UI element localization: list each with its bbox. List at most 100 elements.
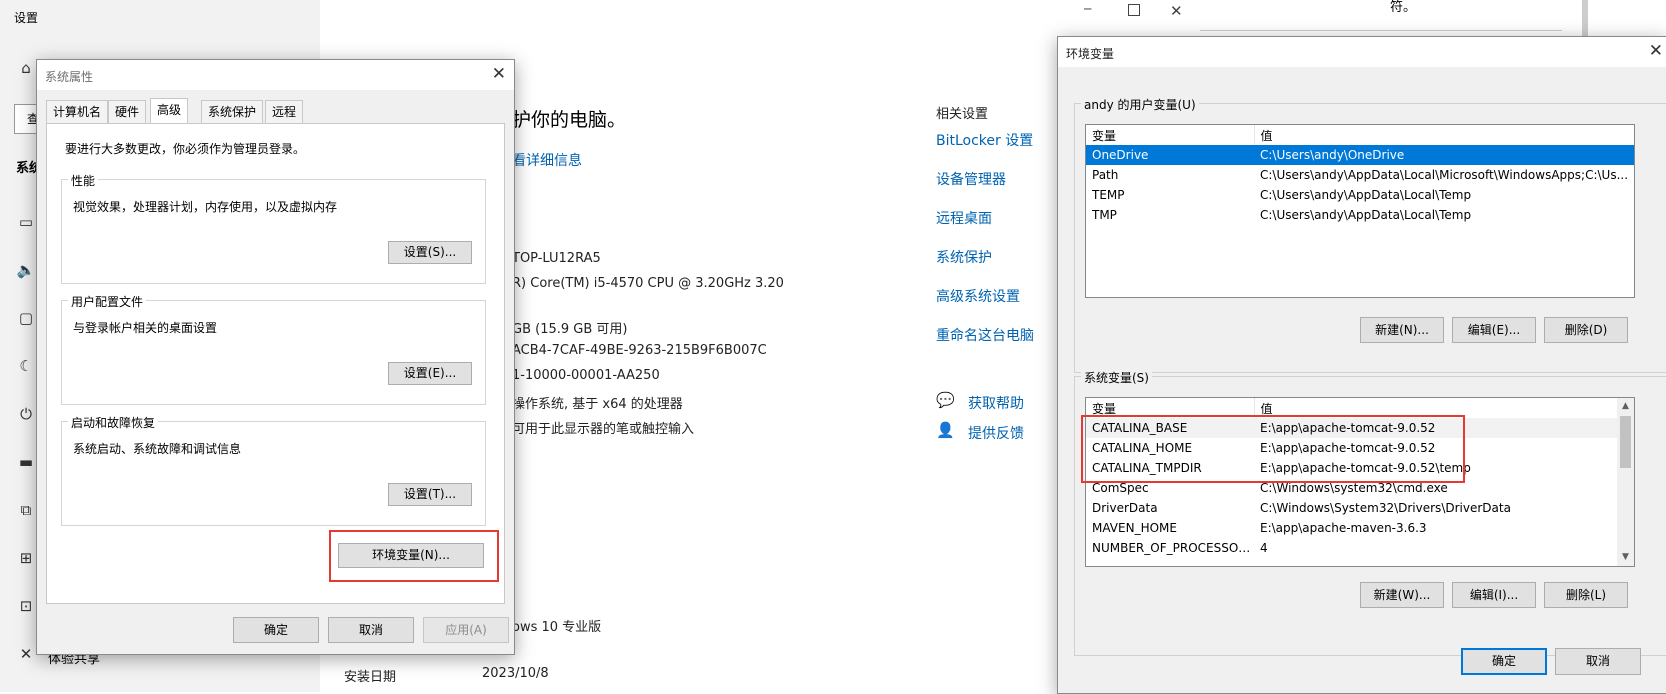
var-name: TEMP	[1092, 188, 1125, 202]
highlight-box	[1081, 415, 1465, 483]
table-row[interactable]: MAVEN_HOME E:\app\apache-maven-3.6.3	[1086, 518, 1617, 538]
var-value: C:\Users\andy\AppData\Local\Temp	[1260, 208, 1472, 222]
var-value: C:\Users\andy\OneDrive	[1254, 145, 1634, 165]
window-close-icon[interactable]: ✕	[1170, 2, 1183, 20]
table-row[interactable]: OneDrive C:\Users\andy\OneDrive	[1086, 145, 1634, 165]
system-protection-link[interactable]: 系统保护	[936, 247, 992, 267]
storage-icon[interactable]: ▬	[16, 452, 36, 472]
table-row[interactable]: Path C:\Users\andy\AppData\Local\Microso…	[1086, 165, 1634, 185]
remote-desktop-link[interactable]: 远程桌面	[936, 208, 992, 228]
notifications-icon[interactable]: ▢	[16, 308, 36, 328]
column-header-value[interactable]: 值	[1254, 125, 1634, 145]
user-variables-group-label: andy 的用户变量(U)	[1081, 96, 1199, 113]
related-settings-title: 相关设置	[936, 107, 989, 122]
window-maximize-icon[interactable]	[1128, 4, 1140, 16]
advanced-tab-panel: 要进行大多数更改，你必须作为管理员登录。 性能 视觉效果，处理器计划，内存使用，…	[46, 123, 505, 604]
var-name: NUMBER_OF_PROCESSORS	[1092, 541, 1254, 555]
table-row[interactable]: TEMP C:\Users\andy\AppData\Local\Temp	[1086, 185, 1634, 205]
performance-settings-button[interactable]: 设置(S)...	[388, 241, 472, 264]
system-variables-group-label: 系统变量(S)	[1081, 369, 1152, 386]
tab-hardware[interactable]: 硬件	[108, 100, 147, 123]
var-name: DriverData	[1092, 501, 1158, 515]
user-edit-button[interactable]: 编辑(E)...	[1452, 317, 1536, 343]
user-new-button[interactable]: 新建(N)...	[1360, 317, 1444, 343]
tablet-icon[interactable]: ⧉	[16, 500, 36, 520]
table-row[interactable]: NUMBER_OF_PROCESSORS 4	[1086, 538, 1617, 558]
var-name: MAVEN_HOME	[1092, 521, 1177, 535]
column-header-variable[interactable]: 变量	[1086, 125, 1255, 145]
cancel-button[interactable]: 取消	[328, 617, 414, 643]
system-edit-button[interactable]: 编辑(I)...	[1452, 582, 1536, 608]
var-name: OneDrive	[1086, 145, 1254, 165]
apply-button[interactable]: 应用(A)	[423, 617, 509, 643]
product-id-value: 1-10000-00001-AA250	[512, 368, 660, 383]
system-delete-button[interactable]: 删除(L)	[1544, 582, 1628, 608]
user-variables-group: andy 的用户变量(U) 变量 值 OneDrive C:\Users\and…	[1074, 96, 1666, 373]
user-profiles-settings-button[interactable]: 设置(E)...	[388, 362, 472, 385]
focus-assist-icon[interactable]: ☾	[16, 356, 36, 376]
system-type-value: 操作系统, 基于 x64 的处理器	[512, 397, 683, 412]
pen-touch-value: 可用于此显示器的笔或触控输入	[512, 422, 695, 437]
var-value: E:\app\apache-maven-3.6.3	[1260, 521, 1427, 535]
startup-recovery-group: 启动和故障恢复 系统启动、系统故障和调试信息 设置(T)...	[61, 414, 486, 526]
tab-remote[interactable]: 远程	[265, 100, 304, 123]
help-chat-icon: 💬	[936, 391, 955, 409]
ok-button[interactable]: 确定	[1461, 648, 1547, 675]
bitlocker-settings-link[interactable]: BitLocker 设置	[936, 130, 1033, 150]
user-variables-list[interactable]: 变量 值 OneDrive C:\Users\andy\OneDrive Pat…	[1085, 124, 1635, 298]
background-window-text: 符。	[1390, 0, 1417, 15]
var-name: Path	[1092, 168, 1119, 182]
user-delete-button[interactable]: 删除(D)	[1544, 317, 1628, 343]
list-header: 变量 值	[1086, 125, 1634, 145]
system-new-button[interactable]: 新建(W)...	[1360, 582, 1444, 608]
tab-computer-name[interactable]: 计算机名	[46, 100, 109, 123]
tab-strip: 计算机名 硬件 高级 系统保护 远程	[46, 98, 505, 124]
power-icon[interactable]: ⏻	[16, 404, 36, 424]
processor-value: R) Core(TM) i5-4570 CPU @ 3.20GHz 3.20	[512, 276, 784, 291]
cancel-button[interactable]: 取消	[1555, 648, 1641, 675]
system-properties-title: 系统属性	[45, 70, 94, 84]
device-manager-link[interactable]: 设备管理器	[936, 169, 1006, 189]
give-feedback-link[interactable]: 提供反馈	[968, 423, 1024, 443]
highlight-box	[329, 530, 499, 582]
rename-pc-link[interactable]: 重命名这台电脑	[936, 325, 1034, 345]
security-details-link[interactable]: 看详细信息	[512, 150, 582, 170]
background-scrollbar	[1582, 0, 1588, 36]
system-variables-scrollbar[interactable]: ▲ ▼	[1617, 398, 1634, 566]
var-value: C:\Users\andy\AppData\Local\Temp	[1260, 188, 1472, 202]
performance-group-label: 性能	[68, 172, 99, 189]
shared-experiences-icon[interactable]: ✕	[16, 644, 36, 664]
ok-button[interactable]: 确定	[233, 617, 319, 643]
scrollbar-thumb[interactable]	[1620, 416, 1631, 468]
var-value: C:\Windows\System32\Drivers\DriverData	[1260, 501, 1511, 515]
var-value: C:\Users\andy\AppData\Local\Microsoft\Wi…	[1260, 168, 1629, 182]
sound-icon[interactable]: 🔈	[16, 260, 36, 280]
close-icon[interactable]: ✕	[492, 64, 506, 84]
get-help-link[interactable]: 获取帮助	[968, 393, 1024, 413]
user-profiles-description: 与登录帐户相关的桌面设置	[73, 321, 218, 335]
admin-note: 要进行大多数更改，你必须作为管理员登录。	[65, 142, 306, 156]
advanced-system-settings-link[interactable]: 高级系统设置	[936, 286, 1020, 306]
table-row[interactable]: DriverData C:\Windows\System32\Drivers\D…	[1086, 498, 1617, 518]
table-row[interactable]: TMP C:\Users\andy\AppData\Local\Temp	[1086, 205, 1634, 225]
scroll-up-arrow-icon[interactable]: ▲	[1617, 398, 1634, 415]
system-properties-dialog: 系统属性 ✕ 计算机名 硬件 高级 系统保护 远程 要进行大多数更改，你必须作为…	[36, 59, 515, 655]
scroll-down-arrow-icon[interactable]: ▼	[1617, 549, 1634, 566]
display-icon[interactable]: ▭	[16, 212, 36, 232]
multitasking-icon[interactable]: ⊞	[16, 548, 36, 568]
tab-advanced[interactable]: 高级	[150, 98, 189, 123]
device-id-value: ACB4-7CAF-49BE-9263-215B9F6B007C	[512, 343, 767, 358]
device-name-value: TOP-LU12RA5	[512, 251, 601, 266]
tab-system-protection[interactable]: 系统保护	[201, 100, 264, 123]
settings-window-title: 设置	[14, 11, 39, 25]
background-window-fragment: 符。	[1200, 0, 1590, 36]
performance-description: 视觉效果，处理器计划，内存使用，以及虚拟内存	[73, 200, 338, 214]
startup-recovery-settings-button[interactable]: 设置(T)...	[388, 483, 472, 506]
env-dialog-title: 环境变量	[1066, 47, 1115, 61]
window-minimize-icon[interactable]: ─	[1084, 2, 1091, 16]
home-icon[interactable]: ⌂	[16, 58, 36, 78]
projecting-icon[interactable]: ⊡	[16, 596, 36, 616]
env-titlebar: 环境变量 ✕	[1058, 37, 1666, 67]
security-heading: 护你的电脑。	[512, 109, 627, 131]
close-icon[interactable]: ✕	[1649, 41, 1663, 61]
